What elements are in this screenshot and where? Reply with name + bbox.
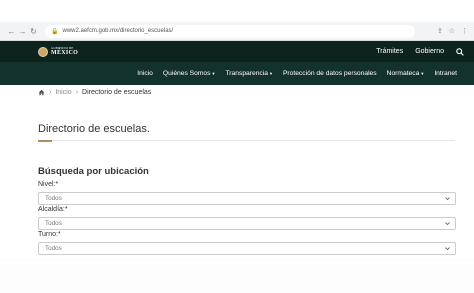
lock-icon: 🔒	[51, 28, 59, 35]
caret-down-icon: ▼	[211, 70, 216, 76]
page-title: Directorio de escuelas.	[38, 123, 150, 135]
turno-select[interactable]: Todos	[38, 242, 456, 255]
header-link-tramites[interactable]: Trámites	[376, 48, 403, 55]
forward-icon[interactable]: →	[17, 27, 28, 36]
caret-down-icon: ▼	[268, 70, 273, 76]
gov-header: GOBIERNO DE MÉXICO Trámites Gobierno	[0, 41, 474, 62]
back-icon[interactable]: ←	[6, 27, 17, 36]
chevron-down-icon	[445, 247, 450, 251]
nivel-label: Nivel:*	[38, 181, 59, 188]
browser-toolbar: ← → ↻ 🔒 www2.aefcm.gob.mx/directorio_esc…	[0, 22, 474, 41]
nivel-select[interactable]: Todos	[38, 192, 456, 205]
gov-logo[interactable]: GOBIERNO DE MÉXICO	[38, 46, 79, 57]
title-divider	[38, 140, 455, 141]
page-bottom-area	[0, 258, 474, 293]
breadcrumb-current: Directorio de escuelas	[82, 89, 152, 96]
alcaldia-select-value: Todos	[45, 220, 62, 227]
star-icon[interactable]: ☆	[449, 27, 455, 35]
header-link-gobierno[interactable]: Gobierno	[415, 48, 444, 55]
chevron-down-icon	[445, 197, 450, 201]
nav-item-quienes-somos[interactable]: Quiénes Somos▼	[163, 70, 216, 77]
address-bar[interactable]: 🔒 www2.aefcm.gob.mx/directorio_escuelas/	[45, 24, 415, 38]
breadcrumb: › Inicio › Directorio de escuelas	[38, 89, 151, 96]
menu-icon[interactable]: ⋮	[461, 27, 468, 35]
reload-icon[interactable]: ↻	[28, 27, 39, 36]
nivel-select-value: Todos	[45, 195, 62, 202]
main-nav: Inicio Quiénes Somos▼ Transparencia▼ Pro…	[0, 62, 474, 85]
alcaldia-select[interactable]: Todos	[38, 217, 456, 230]
nav-item-intranet[interactable]: Intranet	[434, 70, 457, 77]
nav-item-normateca[interactable]: Normateca▼	[387, 70, 425, 77]
turno-select-value: Todos	[45, 245, 62, 252]
search-icon[interactable]	[456, 47, 464, 56]
nav-item-proteccion-datos[interactable]: Protección de datos personales	[283, 70, 377, 77]
logo-big-text: MÉXICO	[51, 50, 79, 56]
title-accent-bar	[38, 140, 52, 142]
alcaldia-label: Alcaldía:*	[38, 206, 68, 213]
nav-item-transparencia[interactable]: Transparencia▼	[225, 70, 272, 77]
caret-down-icon: ▼	[420, 70, 425, 76]
chevron-down-icon	[445, 222, 450, 226]
url-text: www2.aefcm.gob.mx/directorio_escuelas/	[62, 28, 174, 34]
home-icon[interactable]	[38, 89, 45, 96]
seal-icon	[38, 46, 48, 57]
section-title: Búsqueda por ubicación	[38, 166, 149, 177]
turno-label: Turno:*	[38, 231, 61, 238]
breadcrumb-home[interactable]: Inicio	[55, 89, 71, 96]
share-icon[interactable]: ⇪	[437, 27, 443, 35]
nav-item-inicio[interactable]: Inicio	[137, 70, 153, 77]
